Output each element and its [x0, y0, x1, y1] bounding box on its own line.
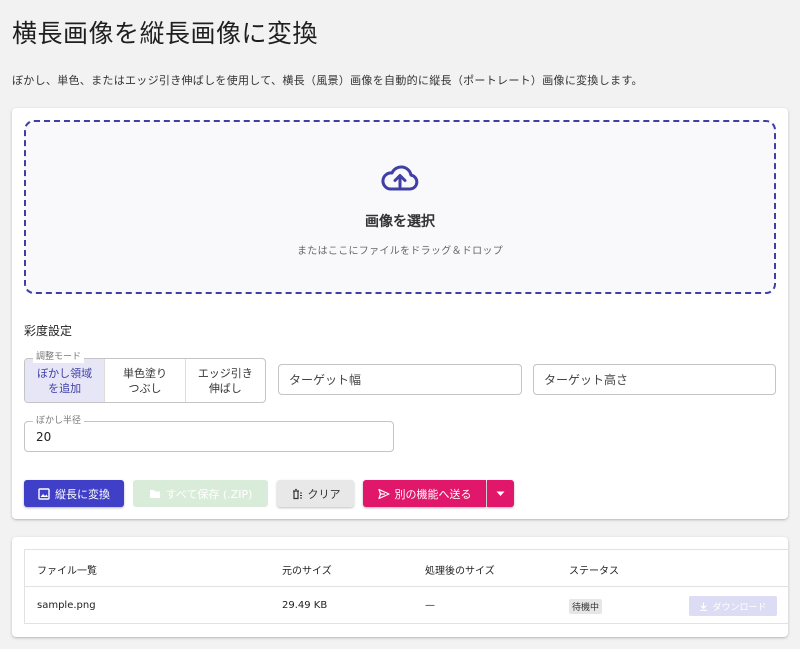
blur-radius-value: 20 [36, 430, 52, 444]
download-button[interactable]: ダウンロード [689, 596, 777, 616]
target-height-input[interactable]: ターゲット高さ [533, 364, 776, 395]
mode-legend: 調整モード [33, 351, 85, 363]
header-file-list: ファイル一覧 [37, 566, 97, 577]
mode-edge-label-1: エッジ引き [197, 366, 253, 380]
file-table: ファイル一覧 元のサイズ 処理後のサイズ ステータス sample.png 29… [24, 549, 788, 624]
download-label: ダウンロード [712, 602, 767, 613]
clear-icon [292, 488, 302, 499]
original-size: 29.49 KB [282, 600, 328, 611]
blur-radius-legend: ぼかし半径 [33, 415, 85, 427]
convert-label: 縦長に変換 [55, 487, 110, 501]
page-title: 横長画像を縦長画像に変換 [12, 19, 319, 48]
file-name: sample.png [37, 600, 96, 611]
file-dropzone[interactable]: 画像を選択 またはここにファイルをドラッグ＆ドロップ [24, 120, 776, 294]
download-icon [700, 602, 708, 611]
image-icon [38, 487, 50, 500]
caret-down-icon [496, 491, 505, 496]
header-status: ステータス [569, 566, 619, 577]
mode-blur-button[interactable]: ぼかし領域 を追加 [25, 359, 106, 402]
processed-size: — [425, 600, 435, 611]
page-description: ぼかし、単色、またはエッジ引き伸ばしを使用して、横長（風景）画像を自動的に縦長（… [12, 74, 643, 87]
send-to-label: 別の機能へ送る [394, 487, 472, 501]
save-all-button[interactable]: すべて保存 (.ZIP) [133, 480, 268, 507]
header-processed-size: 処理後のサイズ [425, 566, 495, 577]
table-header: ファイル一覧 元のサイズ 処理後のサイズ ステータス [25, 550, 788, 587]
mode-edge-button[interactable]: エッジ引き 伸ばし [186, 359, 265, 402]
file-list-card: ファイル一覧 元のサイズ 処理後のサイズ ステータス sample.png 29… [12, 537, 788, 637]
mode-blur-label-2: を追加 [48, 381, 82, 395]
target-width-input[interactable]: ターゲット幅 [278, 364, 522, 395]
mode-solid-label-1: 単色塗り [122, 366, 167, 380]
send-icon [377, 488, 390, 499]
header-original-size: 元のサイズ [282, 566, 332, 577]
status-badge: 待機中 [569, 599, 603, 614]
section-label: 彩度設定 [24, 324, 73, 338]
folder-icon [149, 490, 160, 498]
save-all-label: すべて保存 (.ZIP) [165, 487, 253, 501]
mode-toggle-group: 調整モード ぼかし領域 を追加 単色塗り つぶし エッジ引き 伸ばし [24, 351, 266, 403]
blur-radius-input[interactable]: ぼかし半径 20 [24, 415, 394, 452]
convert-button[interactable]: 縦長に変換 [24, 480, 124, 507]
cloud-upload-icon [381, 165, 419, 191]
converter-card: 画像を選択 またはここにファイルをドラッグ＆ドロップ 彩度設定 調整モード ぼか… [12, 108, 788, 519]
send-to-button[interactable]: 別の機能へ送る [363, 480, 486, 507]
clear-button[interactable]: クリア [277, 480, 354, 507]
mode-solid-label-2: つぶし [128, 381, 162, 395]
clear-label: クリア [307, 487, 341, 501]
mode-edge-label-2: 伸ばし [208, 381, 242, 395]
send-to-menu-button[interactable] [487, 480, 514, 507]
dropzone-subtitle: またはここにファイルをドラッグ＆ドロップ [297, 246, 503, 257]
mode-blur-label-1: ぼかし領域 [37, 366, 93, 380]
mode-solid-button[interactable]: 単色塗り つぶし [105, 359, 186, 402]
dropzone-title[interactable]: 画像を選択 [26, 211, 774, 231]
